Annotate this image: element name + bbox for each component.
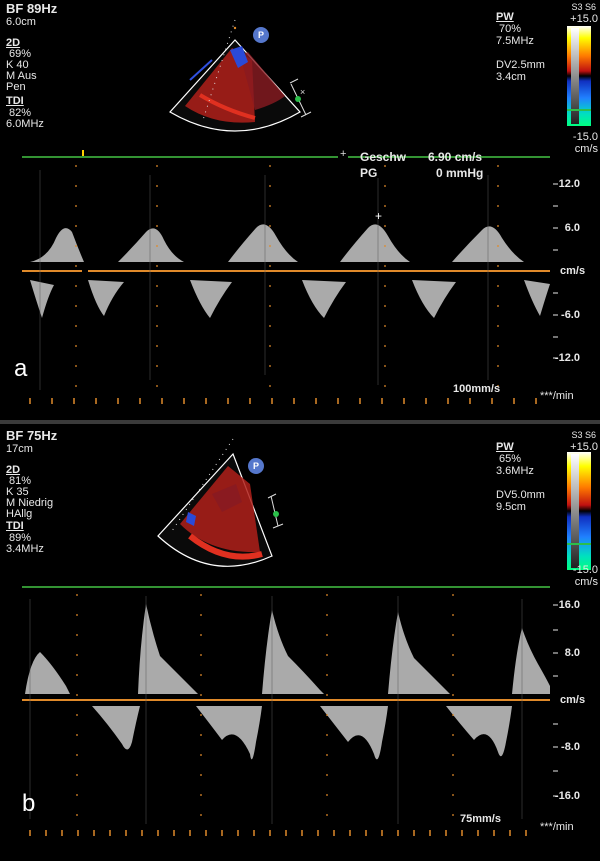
- gate-depth-label-a: 3.4cm: [496, 71, 526, 83]
- probe-marker-b: P: [248, 458, 264, 474]
- axis-tick-b-neg16: -16.0: [554, 790, 580, 802]
- axis-tick-b-8: 8.0: [564, 647, 580, 659]
- gate-depth-label-b: 9.5cm: [496, 501, 526, 513]
- heart-rate-a: ***/min: [540, 390, 574, 402]
- pressure-gradient-label: PG: [360, 166, 378, 180]
- svg-text:×: ×: [300, 87, 305, 97]
- sweep-speed-a: 100mm/s: [453, 383, 501, 395]
- axis-unit-a: cm/s: [560, 265, 586, 277]
- heart-rate-b: ***/min: [540, 821, 574, 833]
- depth-label-a: 6.0cm: [6, 16, 36, 28]
- axis-tick-a-6: 6.0: [564, 222, 580, 234]
- velocity-label: Geschw: [360, 150, 407, 164]
- scale-top-b: +15.0: [570, 441, 598, 453]
- pw-gain-label-b: 65%: [496, 453, 522, 465]
- dv-label-a: DV2.5mm: [496, 59, 545, 71]
- axis-tick-b-neg8: -8.0: [561, 741, 580, 753]
- scale-bottom-a: -15.0: [572, 131, 598, 143]
- axis-tick-a-12: 12.0: [558, 178, 580, 190]
- axis-unit-b: cm/s: [560, 694, 586, 706]
- scale-unit-b: cm/s: [574, 576, 598, 588]
- time-markers-a: [75, 165, 499, 395]
- pw-label-a: PW: [496, 11, 514, 23]
- hallg-label-b: HAllg: [6, 508, 33, 520]
- velocity-value: 6.90 cm/s: [428, 150, 483, 164]
- axis-tick-a-neg12: -12.0: [554, 352, 580, 364]
- frame-rate-label-a: BF 89Hz: [6, 1, 58, 16]
- depth-label-b: 17cm: [6, 443, 33, 455]
- tdi-label-a: TDI: [6, 95, 24, 107]
- scale-bottom-b: -15.0: [572, 564, 598, 576]
- pw-gain-label-a: 70%: [496, 23, 522, 35]
- time-scale-ticks-b: [29, 830, 527, 836]
- doppler-panel-a: × + + BF 89Hz 6.0cm 2D 69% K 40 M Aus Pe…: [0, 0, 600, 420]
- scale-unit-a: cm/s: [574, 143, 598, 155]
- pw-freq-label-b: 3.6MHz: [496, 465, 534, 477]
- scale-top-a: +15.0: [570, 13, 598, 25]
- sweep-speed-b: 75mm/s: [460, 813, 501, 825]
- panel-letter-b: b: [22, 790, 36, 817]
- scale-header-a: S3 S6: [571, 2, 596, 12]
- dv-label-b: DV5.0mm: [496, 489, 545, 501]
- doppler-spectrum-b: [25, 604, 550, 760]
- freq-label-a: 6.0MHz: [6, 118, 44, 130]
- pw-freq-label-a: 7.5MHz: [496, 35, 534, 47]
- axis-tick-b-16: 16.0: [558, 599, 580, 611]
- time-scale-ticks-a: [29, 398, 537, 404]
- scale-header-b: S3 S6: [571, 430, 596, 440]
- pen-label-a: Pen: [6, 81, 26, 93]
- freq-label-b: 3.4MHz: [6, 543, 44, 555]
- axis-tick-a-neg6: -6.0: [561, 309, 580, 321]
- echo-sector-a: [169, 19, 301, 132]
- tdi-label-b: TDI: [6, 520, 24, 532]
- panel-letter-a: a: [14, 355, 28, 382]
- pw-label-b: PW: [496, 441, 514, 453]
- sample-gate-marker-b: [267, 493, 284, 529]
- svg-text:+: +: [340, 148, 346, 160]
- pressure-gradient-value: 0 mmHg: [436, 166, 484, 180]
- probe-marker-a: P: [253, 27, 269, 43]
- measurement-cursor-a: +: [375, 209, 382, 223]
- doppler-panel-b: BF 75Hz 17cm 2D 81% K 35 M Niedrig HAllg…: [0, 424, 600, 861]
- frame-rate-label-b: BF 75Hz: [6, 428, 58, 443]
